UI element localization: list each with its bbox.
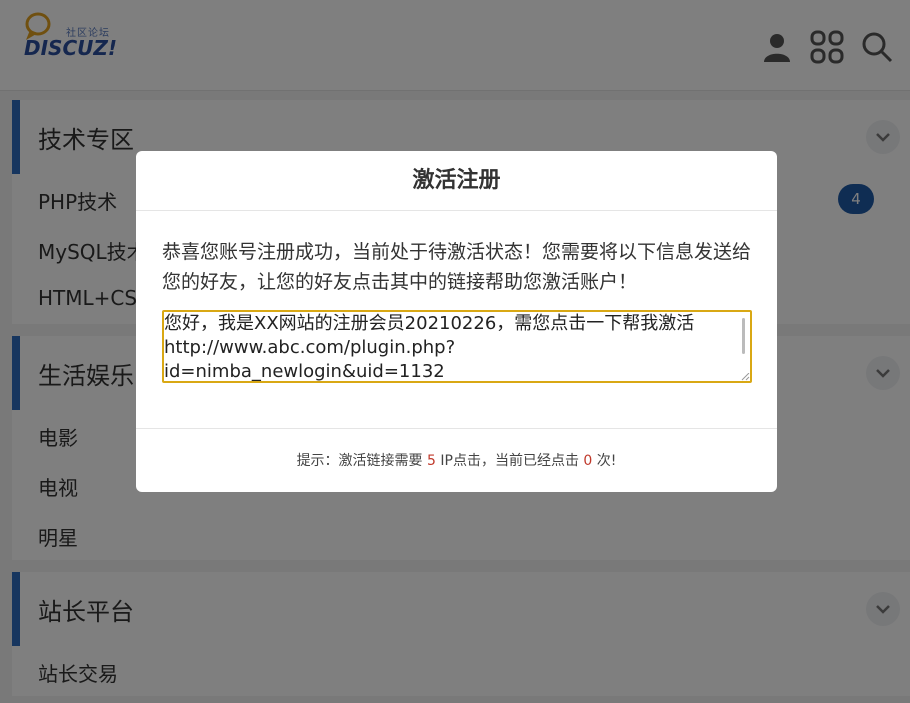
resize-grip-icon[interactable] (740, 373, 750, 381)
footer-suffix: 次! (596, 453, 617, 469)
footer-middle: IP点击，当前已经点击 (440, 453, 579, 469)
textarea-scrollbar[interactable] (734, 314, 748, 380)
dialog-footer: 提示：激活链接需要 5 IP点击，当前已经点击 0 次! (136, 428, 777, 493)
activation-dialog: 激活注册 恭喜您账号注册成功，当前处于待激活状态！您需要将以下信息发送给您的好友… (136, 151, 777, 492)
required-clicks: 5 (427, 453, 436, 469)
current-clicks: 0 (583, 453, 593, 469)
footer-prefix: 提示：激活链接需要 (296, 453, 423, 469)
activation-link-textarea[interactable] (162, 310, 752, 383)
